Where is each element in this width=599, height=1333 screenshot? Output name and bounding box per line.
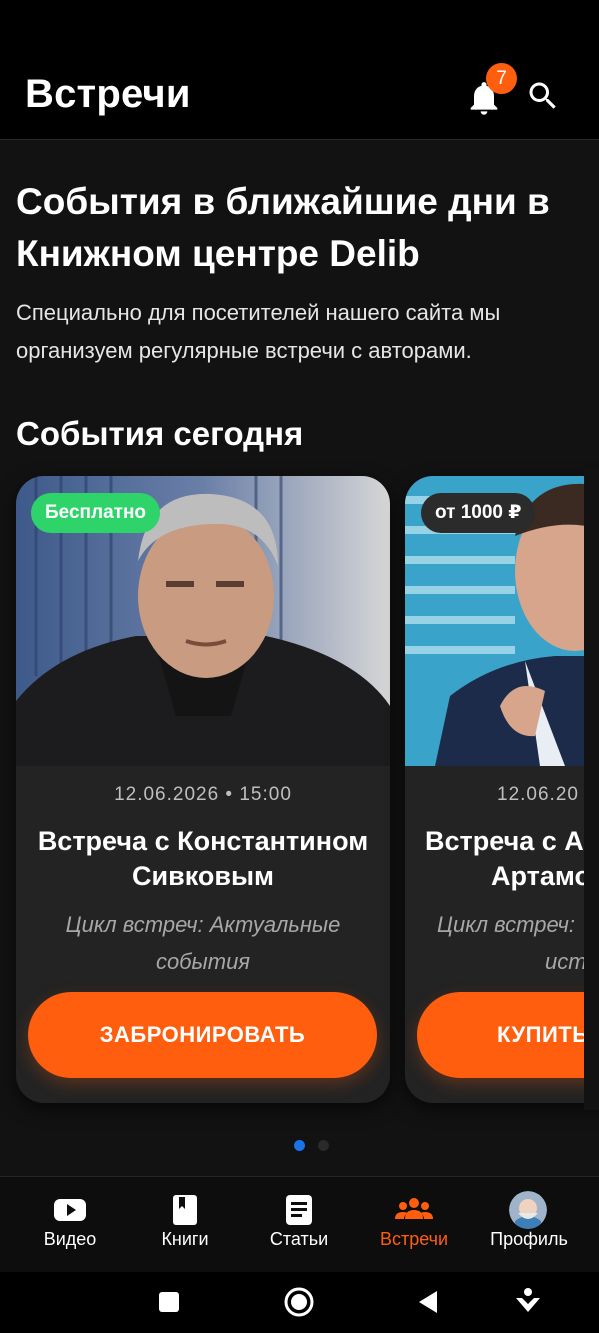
nav-label: Статьи bbox=[269, 1229, 329, 1249]
pager-dot[interactable] bbox=[318, 1140, 329, 1151]
carousel-edge bbox=[584, 470, 599, 1110]
nav-label: Видео bbox=[43, 1229, 97, 1249]
notification-badge: 7 bbox=[486, 63, 517, 94]
hero-description: Специально для посетителей нашего сайта … bbox=[16, 300, 501, 363]
price-badge: от 1000 ₽ bbox=[421, 493, 536, 533]
people-icon bbox=[395, 1198, 433, 1219]
recents-icon[interactable] bbox=[149, 1282, 189, 1322]
article-icon bbox=[286, 1195, 312, 1225]
nav-item-video[interactable]: Видео bbox=[15, 1177, 125, 1273]
app-bar: Встречи 7 bbox=[0, 0, 599, 140]
event-date: 12.06.2026 • 15:00 bbox=[114, 784, 292, 805]
hero-title: События в ближайшие дни в Книжном центре… bbox=[16, 181, 550, 274]
buy-button[interactable]: КУПИТЬ bbox=[417, 992, 599, 1078]
nav-item-events[interactable]: Встречи bbox=[359, 1177, 469, 1273]
accessibility-icon[interactable] bbox=[508, 1282, 548, 1322]
event-series: Цикл встреч: ист bbox=[437, 912, 587, 974]
event-card[interactable]: Бесплатно 12.06.2026 • 15:00 Встреча с К… bbox=[16, 476, 390, 1103]
event-title: Встреча с Константином Сивковым bbox=[37, 826, 369, 891]
home-icon[interactable] bbox=[279, 1282, 319, 1322]
book-button[interactable]: ЗАБРОНИРОВАТЬ bbox=[28, 992, 377, 1078]
section-title: События сегодня bbox=[16, 415, 304, 452]
price-badge: Бесплатно bbox=[31, 493, 161, 533]
event-title: Встреча с А Артамо bbox=[425, 826, 591, 891]
avatar bbox=[509, 1191, 547, 1229]
pager-dot-active[interactable] bbox=[294, 1140, 305, 1151]
event-date: 12.06.20 bbox=[497, 784, 579, 805]
nav-item-books[interactable]: Книги bbox=[130, 1177, 240, 1273]
nav-label: Встречи bbox=[379, 1229, 449, 1249]
screen: Встречи 7 События в ближайшие дни в Книж… bbox=[0, 0, 599, 1333]
event-series: Цикл встреч: Актуальные события bbox=[65, 912, 341, 974]
nav-label: Книги bbox=[161, 1229, 209, 1249]
back-icon[interactable] bbox=[408, 1282, 448, 1322]
nav-item-profile[interactable]: Профиль bbox=[474, 1177, 584, 1273]
search-icon[interactable] bbox=[525, 78, 561, 114]
video-icon bbox=[54, 1199, 86, 1221]
system-navigation-bar bbox=[0, 1272, 599, 1333]
nav-item-articles[interactable]: Статьи bbox=[244, 1177, 354, 1273]
book-icon bbox=[173, 1195, 197, 1225]
nav-label: Профиль bbox=[490, 1229, 568, 1249]
bottom-navigation: Видео Книги Статьи Встречи Профиль bbox=[0, 1176, 599, 1272]
page-title: Встречи bbox=[25, 72, 191, 116]
event-card[interactable]: от 1000 ₽ 12.06.20 Встреча с А Артамо Цик… bbox=[405, 476, 599, 1103]
